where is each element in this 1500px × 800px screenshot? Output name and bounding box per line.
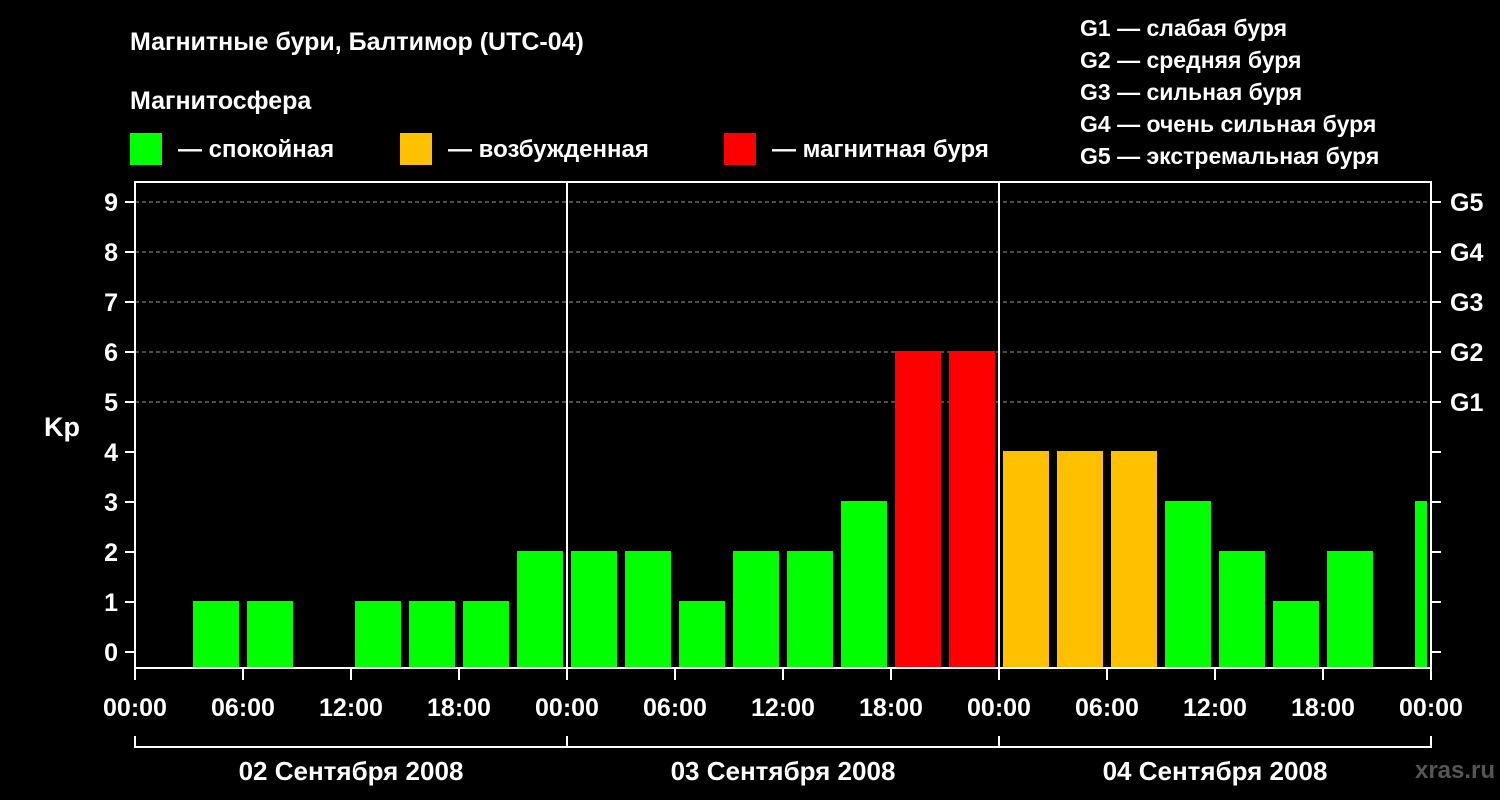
- g-scale-g5: G5 — экстремальная буря: [1080, 143, 1379, 169]
- g-scale-g2: G2 — средняя буря: [1080, 47, 1301, 73]
- tick-labels: 0 1 2 3 4 5 6 7 8 9 G1 G2 G3 G4 G5 00:00 06:00 12:00 18:00…: [103, 189, 1483, 786]
- day-label: 03 Сентября 2008: [671, 756, 896, 786]
- chart-title: Магнитные бури, Балтимор (UTC-04): [130, 28, 584, 56]
- y-tick-label: 0: [104, 639, 118, 667]
- y-tick-label: 3: [104, 489, 118, 517]
- g-scale-g3: G3 — сильная буря: [1080, 79, 1302, 105]
- g-level-label: G5: [1450, 189, 1483, 217]
- g-level-label: G4: [1450, 239, 1483, 267]
- x-tick-label: 12:00: [319, 694, 383, 722]
- x-tick-label: 18:00: [859, 694, 923, 722]
- y-tick-label: 8: [104, 239, 118, 267]
- legend-label-quiet: — спокойная: [178, 136, 334, 163]
- kp-bar: [841, 501, 887, 668]
- x-tick-label: 06:00: [643, 694, 707, 722]
- kp-bar: [1111, 451, 1157, 668]
- legend-swatch-quiet: [130, 133, 162, 165]
- kp-bar: [1327, 551, 1373, 668]
- x-tick-label: 06:00: [1075, 694, 1139, 722]
- g-scale-g1: G1 — слабая буря: [1080, 15, 1287, 41]
- legend-label-active: — возбужденная: [448, 136, 649, 163]
- legend-heading: Магнитосфера: [130, 87, 312, 115]
- kp-bar: [895, 351, 941, 668]
- x-tick-label: 18:00: [427, 694, 491, 722]
- kp-bar: [571, 551, 617, 668]
- y-tick-label: 6: [104, 339, 118, 367]
- y-axis-label: Kp: [44, 412, 80, 442]
- watermark: xras.ru: [1415, 757, 1495, 784]
- x-tick-label: 18:00: [1291, 694, 1355, 722]
- y-tick-label: 7: [104, 289, 118, 317]
- x-tick-label: 12:00: [751, 694, 815, 722]
- kp-bar: [1219, 551, 1265, 668]
- g-scale-g4: G4 — очень сильная буря: [1080, 111, 1376, 137]
- kp-bar: [625, 551, 671, 668]
- kp-bar: [787, 551, 833, 668]
- kp-bar: [1165, 501, 1211, 668]
- x-tick-label: 06:00: [211, 694, 275, 722]
- kp-bar: [463, 601, 509, 668]
- y-tick-label: 5: [104, 389, 118, 417]
- x-tick-label: 00:00: [967, 694, 1031, 722]
- y-tick-label: 4: [104, 439, 118, 467]
- y-tick-label: 2: [104, 539, 118, 567]
- x-tick-label: 00:00: [103, 694, 167, 722]
- x-tick-label: 12:00: [1183, 694, 1247, 722]
- kp-bar: [517, 551, 563, 668]
- g-level-label: G1: [1450, 389, 1483, 417]
- y-tick-label: 1: [104, 589, 118, 617]
- legend-label-storm: — магнитная буря: [772, 136, 989, 163]
- kp-bar: [193, 601, 239, 668]
- day-label: 04 Сентября 2008: [1103, 756, 1328, 786]
- x-tick-label: 00:00: [535, 694, 599, 722]
- kp-bar: [949, 351, 995, 668]
- bars: [193, 351, 1427, 668]
- kp-chart: Магнитные бури, Балтимор (UTC-04) Магнит…: [44, 15, 1495, 786]
- legend-swatch-storm: [724, 133, 756, 165]
- kp-bar: [1273, 601, 1319, 668]
- x-tick-label: 00:00: [1399, 694, 1463, 722]
- y-tick-label: 9: [104, 189, 118, 217]
- legend-swatch-active: [400, 133, 432, 165]
- kp-bar: [1057, 451, 1103, 668]
- kp-bar: [1003, 451, 1049, 668]
- kp-bar: [679, 601, 725, 668]
- g-level-label: G3: [1450, 289, 1483, 317]
- kp-bar: [247, 601, 293, 668]
- day-label: 02 Сентября 2008: [239, 756, 464, 786]
- kp-bar: [355, 601, 401, 668]
- kp-bar: [409, 601, 455, 668]
- kp-bar: [733, 551, 779, 668]
- g-level-label: G2: [1450, 339, 1483, 367]
- kp-bar: [1415, 501, 1427, 668]
